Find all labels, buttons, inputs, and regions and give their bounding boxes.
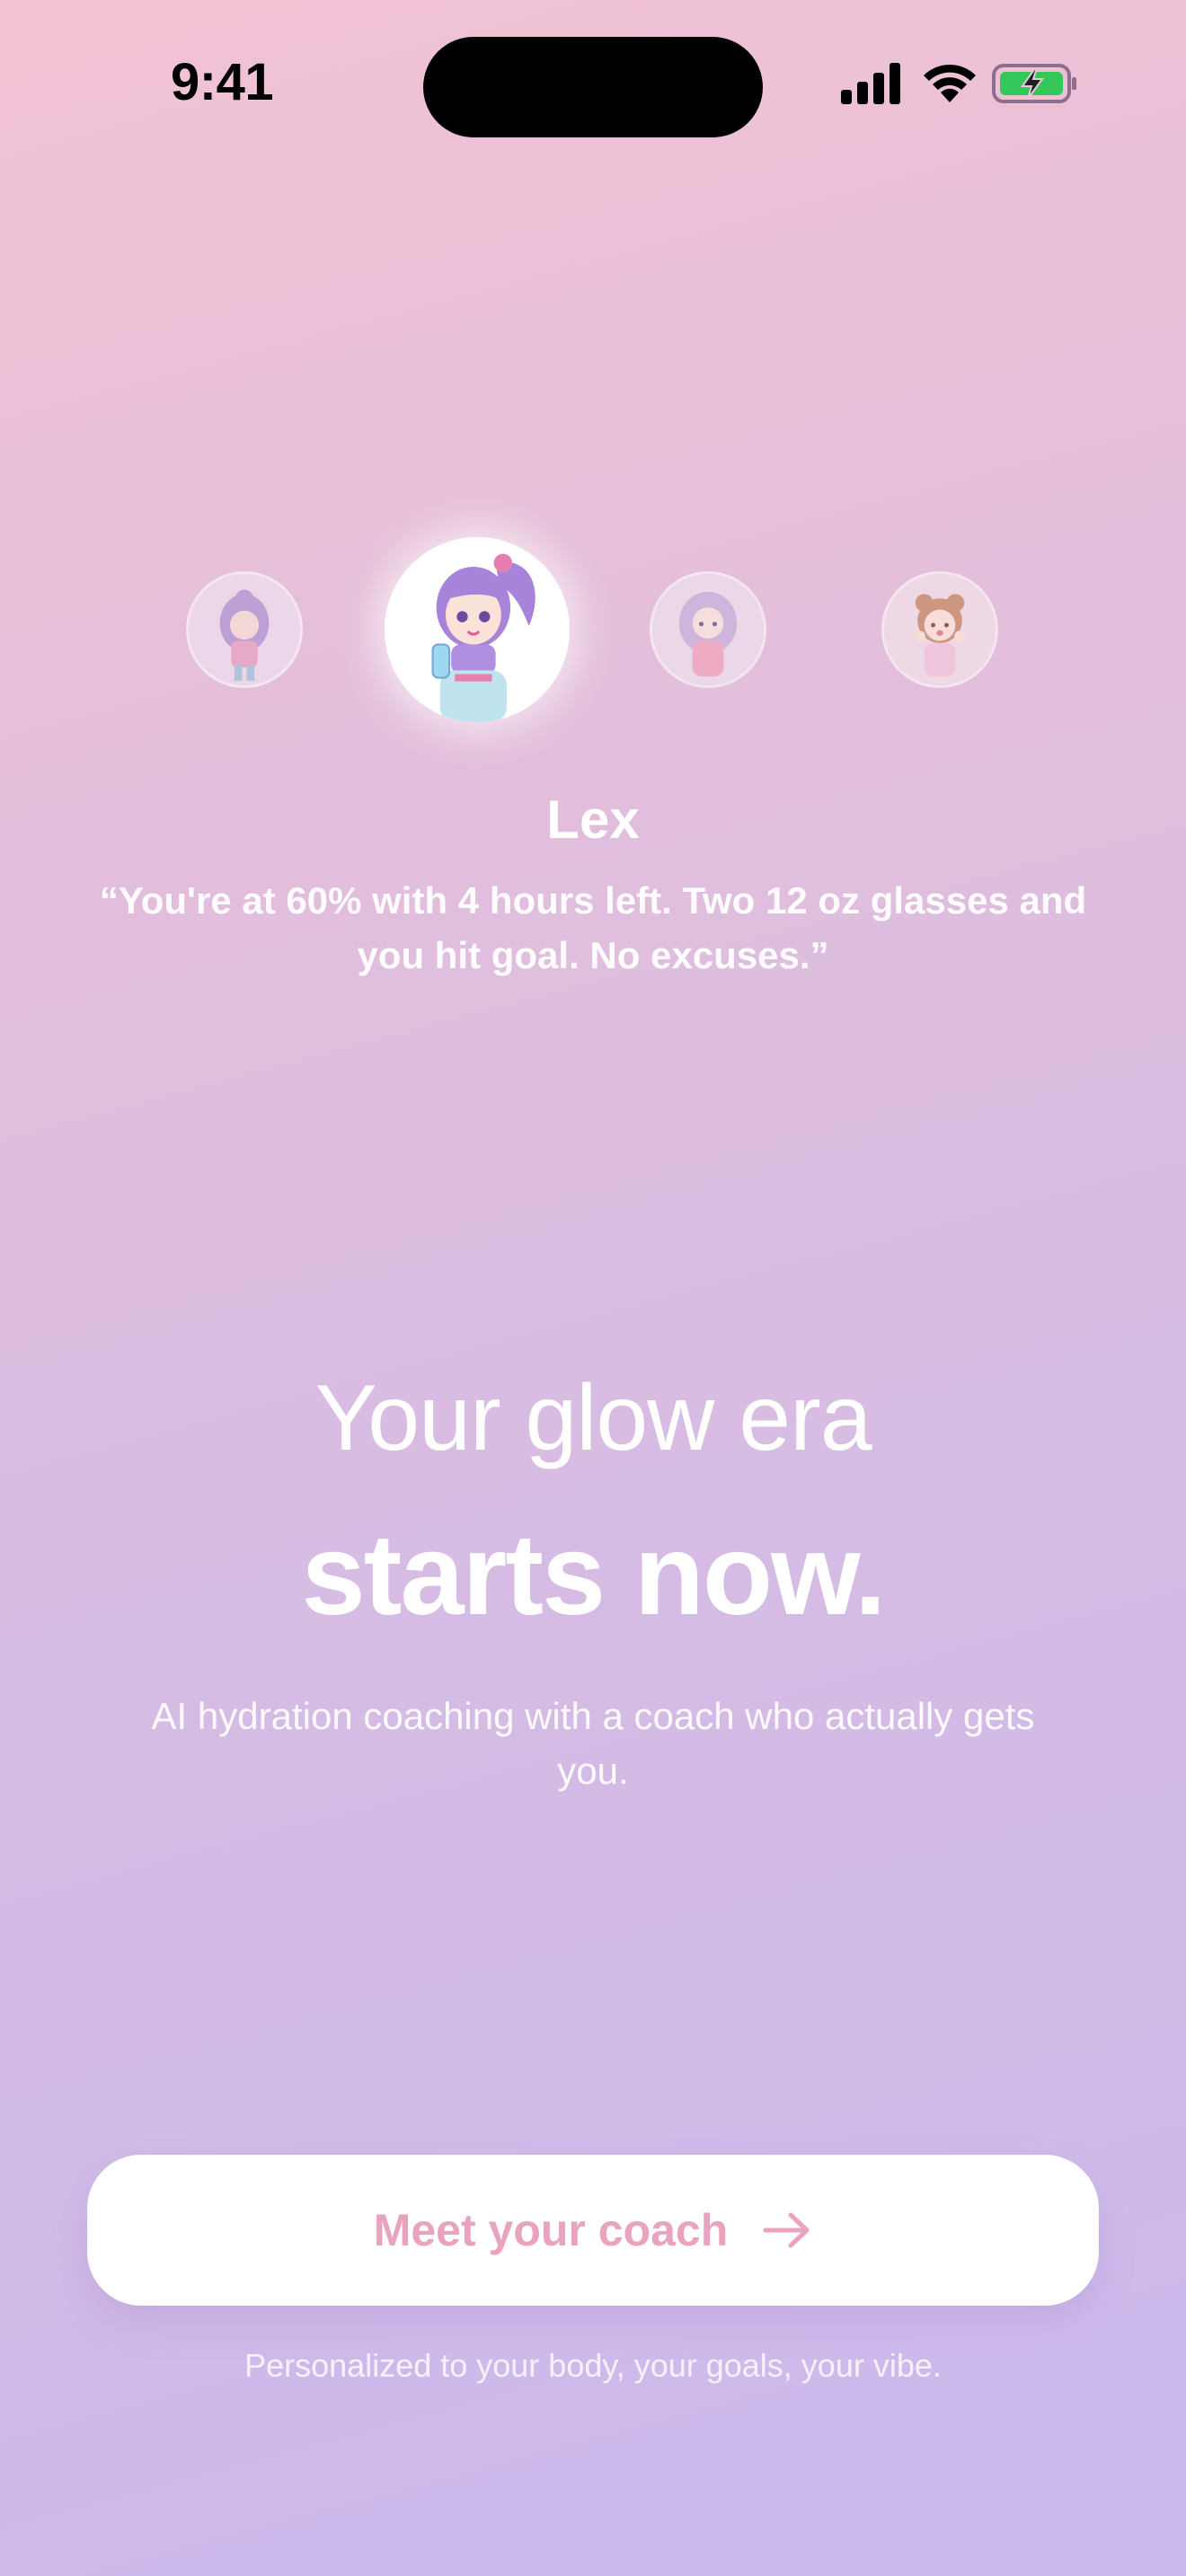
meet-your-coach-button[interactable]: Meet your coach	[87, 2155, 1099, 2306]
coach-avatar-4[interactable]	[881, 571, 998, 688]
status-time: 9:41	[171, 53, 274, 111]
cta-label: Meet your coach	[373, 2205, 729, 2255]
headline-line-1: Your glow era	[314, 1366, 872, 1470]
status-icons	[839, 63, 1082, 110]
hero-subtext: AI hydration coaching with a coach who a…	[151, 1695, 1035, 1792]
cellular-signal-icon	[841, 63, 900, 104]
dynamic-island	[423, 37, 763, 137]
battery-charging-icon	[992, 64, 1076, 103]
coach-avatar-3[interactable]	[650, 571, 766, 688]
arrow-right-icon	[763, 2212, 810, 2248]
footnote: Personalized to your body, your goals, y…	[244, 2347, 942, 2384]
wifi-icon	[924, 64, 976, 102]
coach-3-avatar-icon	[652, 574, 764, 685]
coach-name: Lex	[546, 790, 640, 850]
coach-avatar-lex[interactable]	[385, 537, 570, 722]
coach-1-avatar-icon	[189, 574, 300, 685]
coach-quote: “You're at 60% with 4 hours left. Two 12…	[99, 879, 1087, 976]
coach-4-avatar-icon	[884, 574, 996, 685]
headline-line-2: starts now.	[301, 1511, 887, 1639]
coach-avatar-1[interactable]	[186, 571, 303, 688]
lex-avatar-icon	[385, 537, 570, 722]
